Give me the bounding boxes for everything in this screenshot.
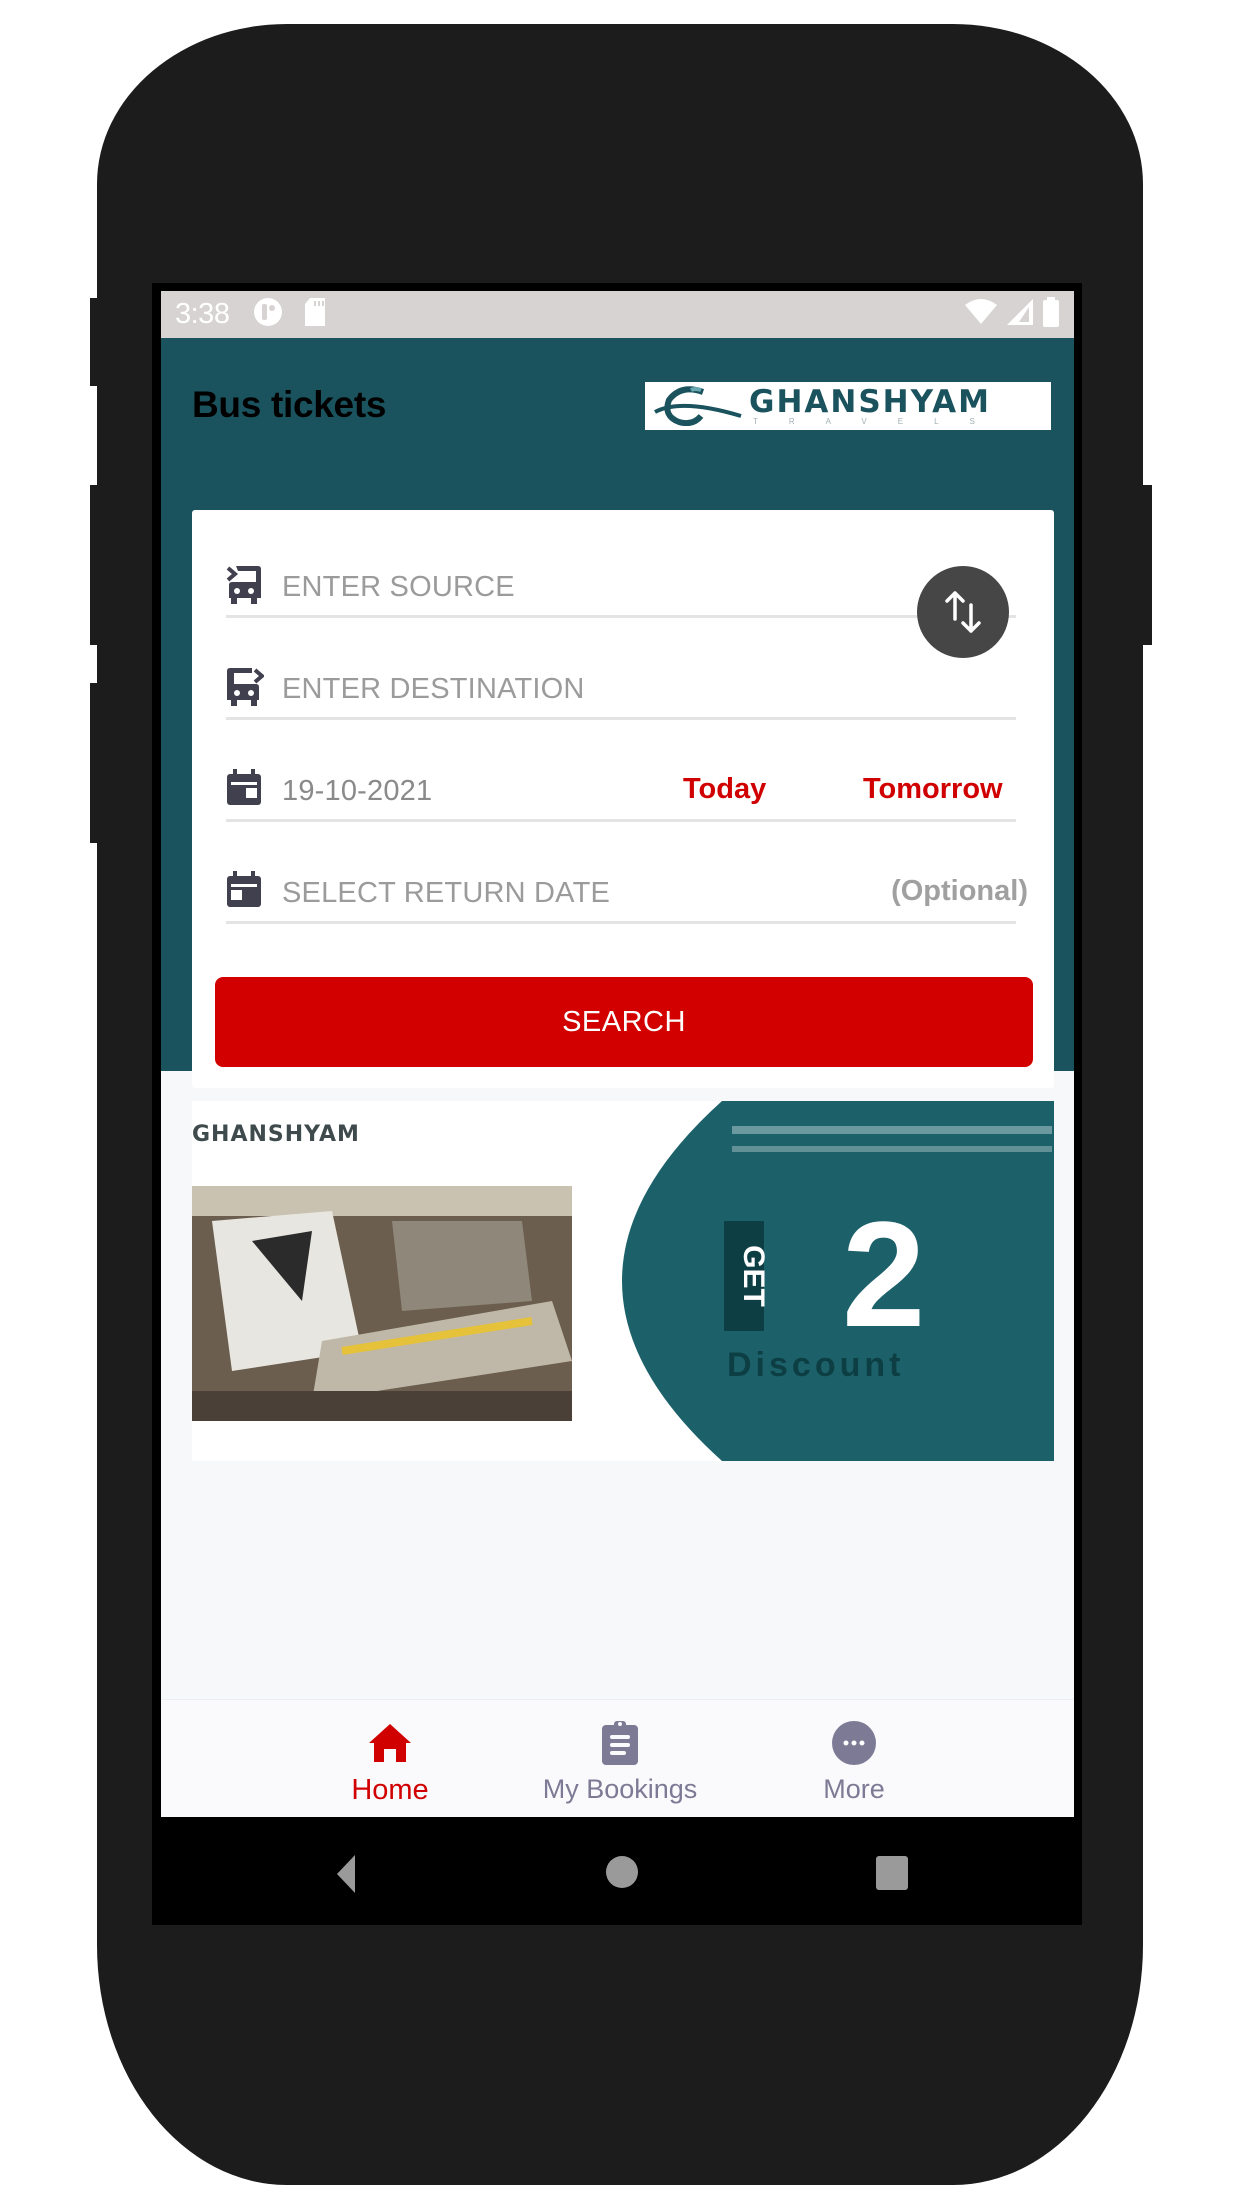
battery-icon — [1042, 297, 1060, 332]
return-date-input[interactable]: SELECT RETURN DATE — [282, 877, 610, 910]
tomorrow-button[interactable]: Tomorrow — [863, 773, 1003, 806]
brand-logo: GHANSHYAM TRAVELS — [645, 382, 1051, 430]
bus-destination-icon — [226, 666, 266, 708]
bus-source-icon — [226, 564, 264, 606]
app-screen: 3:38 Bus tickets GHANSHYAM TRAVELS ENTER… — [161, 291, 1074, 1817]
nav-label-my-bookings: My Bookings — [542, 1774, 698, 1804]
nav-label-more: More — [823, 1774, 885, 1804]
destination-field[interactable]: ENTER DESTINATION — [226, 618, 1016, 720]
volume-up-button — [90, 485, 102, 645]
return-date-field[interactable]: SELECT RETURN DATE (Optional) — [226, 822, 1028, 924]
volume-down-button — [90, 683, 102, 843]
destination-input[interactable]: ENTER DESTINATION — [282, 673, 585, 706]
app-header: Bus tickets GHANSHYAM TRAVELS ENTER SOUR… — [161, 338, 1074, 1088]
swap-button[interactable] — [917, 566, 1009, 658]
promo-banner[interactable]: GET 2 Discount GHANSHYAM — [192, 1101, 1054, 1461]
nav-item-my-bookings[interactable]: My Bookings — [530, 1700, 710, 1817]
power-button — [1138, 485, 1152, 645]
swap-vertical-icon — [945, 591, 981, 633]
logo-name: GHANSHYAM — [749, 383, 991, 420]
recents-button[interactable] — [875, 1855, 909, 1896]
home-icon — [368, 1720, 412, 1766]
nav-label-home: Home — [351, 1774, 429, 1806]
source-input[interactable]: ENTER SOURCE — [282, 571, 515, 604]
search-card: ENTER SOURCE ENTER DESTINATION 19-10-202… — [192, 510, 1054, 1088]
source-field[interactable]: ENTER SOURCE — [226, 516, 1016, 618]
status-time: 3:38 — [175, 298, 230, 330]
cell-signal-icon — [1006, 298, 1034, 331]
banner-brand-text: GHANSHYAM — [192, 1122, 360, 1147]
banner-get-text: GET — [737, 1245, 770, 1307]
search-button[interactable]: SEARCH — [215, 977, 1033, 1067]
journey-date-value[interactable]: 19-10-2021 — [282, 775, 432, 808]
sd-card-icon — [303, 297, 327, 332]
more-icon — [831, 1720, 877, 1766]
promo-banner-graphic: GET 2 Discount GHANSHYAM — [192, 1101, 1054, 1461]
journey-date-field[interactable]: 19-10-2021 Today Tomorrow — [226, 720, 1016, 822]
today-button[interactable]: Today — [683, 773, 766, 806]
clipboard-icon — [600, 1720, 640, 1766]
page-title: Bus tickets — [192, 384, 387, 425]
banner-value-text: 2 — [842, 1190, 925, 1358]
calendar-icon — [226, 870, 264, 912]
logo-mark-icon — [654, 386, 742, 426]
calendar-icon — [226, 768, 264, 810]
nav-item-home[interactable]: Home — [300, 1700, 480, 1817]
nav-item-more[interactable]: More — [764, 1700, 944, 1817]
app-notification-icon — [253, 297, 283, 332]
status-bar: 3:38 — [161, 291, 1074, 338]
optional-label: (Optional) — [891, 875, 1028, 907]
bottom-navigation: Home My Bookings More — [161, 1699, 1074, 1817]
wifi-icon — [964, 299, 998, 330]
banner-sub-text: Discount — [727, 1346, 904, 1384]
phone-side-button — [90, 298, 102, 386]
system-navigation-bar — [152, 1817, 1082, 1925]
back-button[interactable] — [336, 1855, 356, 1898]
logo-tagline: TRAVELS — [753, 416, 1006, 426]
home-button[interactable] — [605, 1855, 639, 1894]
